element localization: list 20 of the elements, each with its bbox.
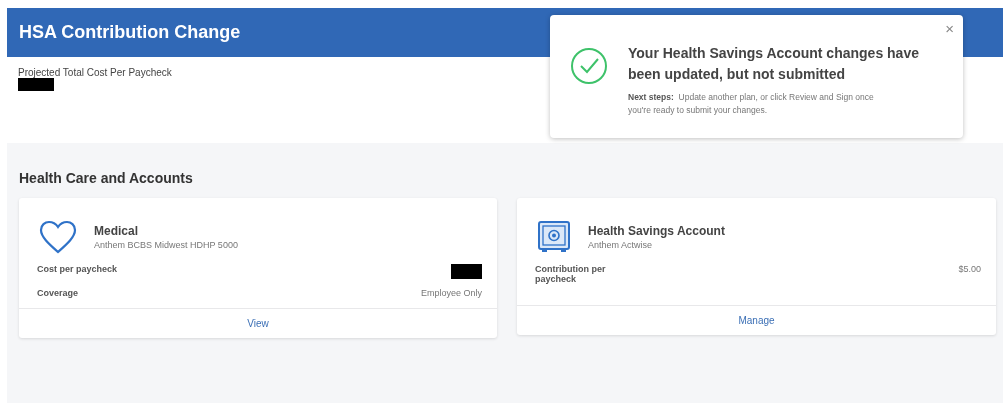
card-title: Medical [94, 224, 139, 238]
section-title: Health Care and Accounts [19, 170, 194, 186]
row-label: Cost per paycheck [37, 264, 118, 274]
row-label: Contribution per paycheck [535, 264, 607, 284]
row-label: Coverage [37, 288, 79, 298]
card-subtitle: Anthem Actwise [588, 240, 654, 250]
card-title: Health Savings Account [588, 224, 725, 238]
close-button[interactable]: × [942, 20, 957, 37]
card-action-link[interactable]: View [19, 309, 497, 338]
heart-icon [39, 220, 77, 254]
row-value: $5.00 [958, 264, 981, 274]
row-value: Employee Only [420, 288, 482, 298]
toast-message: Next steps: Update another plan, or click Review and Sign once you're ready to submit your changes. [628, 91, 875, 117]
summary-label: Projected Total Cost Per Paycheck [18, 67, 172, 78]
page-title: HSA Contribution Change [19, 22, 241, 43]
check-circle-icon [570, 47, 608, 85]
card-action-link[interactable]: Manage [517, 306, 996, 335]
card-subtitle: Anthem BCBS Midwest HDHP 5000 [94, 240, 238, 250]
safe-icon [537, 220, 571, 254]
toast-title: Your Health Savings Account changes have been updated, but not submitted [628, 44, 920, 84]
